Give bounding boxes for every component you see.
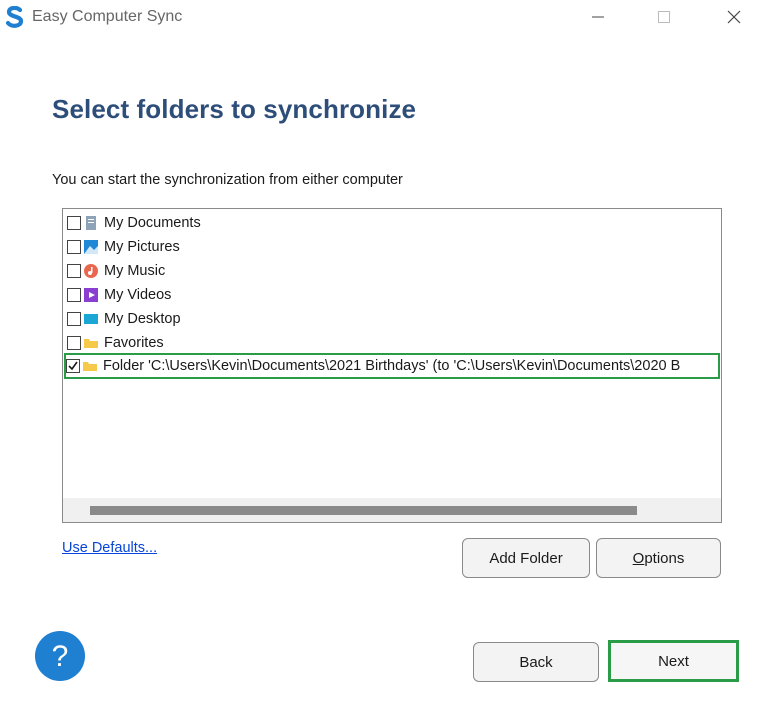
help-button[interactable]: ? [35, 631, 85, 681]
app-logo-icon [5, 5, 25, 28]
checkbox[interactable] [67, 312, 81, 326]
videos-icon [84, 288, 98, 302]
documents-icon [84, 216, 98, 230]
folder-item-my-videos[interactable]: My Videos [67, 284, 171, 306]
folder-item-label: My Videos [104, 287, 172, 303]
options-label: ptions [644, 549, 685, 567]
folder-item-label: My Documents [104, 215, 201, 231]
folder-item-label: My Desktop [104, 311, 181, 327]
title-bar: Easy Computer Sync [0, 0, 768, 34]
folder-item-label: Folder 'C:\Users\Kevin\Documents\2021 Bi… [103, 358, 681, 374]
checkbox[interactable] [67, 336, 81, 350]
close-button[interactable] [711, 0, 757, 34]
options-mnemonic: O [632, 549, 645, 567]
svg-text:?: ? [52, 640, 69, 673]
question-mark-icon: ? [52, 640, 69, 673]
music-icon [84, 264, 98, 278]
folder-item-2021-birthdays[interactable]: Folder 'C:\Users\Kevin\Documents\2021 Bi… [64, 353, 720, 379]
folder-item-label: My Music [104, 263, 166, 279]
folder-icon [83, 359, 97, 373]
checkbox[interactable] [67, 216, 81, 230]
checkbox[interactable] [67, 264, 81, 278]
page-subtitle: You can start the synchronization from e… [52, 172, 403, 188]
folder-item-my-pictures[interactable]: My Pictures [67, 236, 180, 258]
folder-item-label: Favorites [104, 335, 164, 351]
folder-item-label: My Pictures [104, 239, 180, 255]
folder-list[interactable]: My Documents My Pictures My Music My Vid… [62, 208, 722, 523]
folder-item-my-documents[interactable]: My Documents [67, 212, 201, 234]
folder-item-favorites[interactable]: Favorites [67, 332, 164, 354]
checkbox-checked[interactable] [66, 359, 80, 373]
checkbox[interactable] [67, 240, 81, 254]
checkbox[interactable] [67, 288, 81, 302]
folder-item-my-music[interactable]: My Music [67, 260, 165, 282]
scrollbar-thumb[interactable] [90, 506, 637, 515]
window-title: Easy Computer Sync [32, 8, 183, 25]
options-button[interactable]: Options [596, 538, 721, 578]
maximize-button[interactable] [641, 0, 687, 34]
minimize-button[interactable] [575, 0, 621, 34]
back-button[interactable]: Back [473, 642, 599, 682]
add-folder-button[interactable]: Add Folder [462, 538, 590, 578]
desktop-icon [84, 312, 98, 326]
horizontal-scrollbar[interactable] [63, 498, 721, 522]
pictures-icon [84, 240, 98, 254]
folder-item-my-desktop[interactable]: My Desktop [67, 308, 181, 330]
next-button[interactable]: Next [608, 640, 739, 682]
folder-icon [84, 336, 98, 350]
use-defaults-link[interactable]: Use Defaults... [62, 540, 157, 556]
page-title: Select folders to synchronize [52, 94, 417, 124]
